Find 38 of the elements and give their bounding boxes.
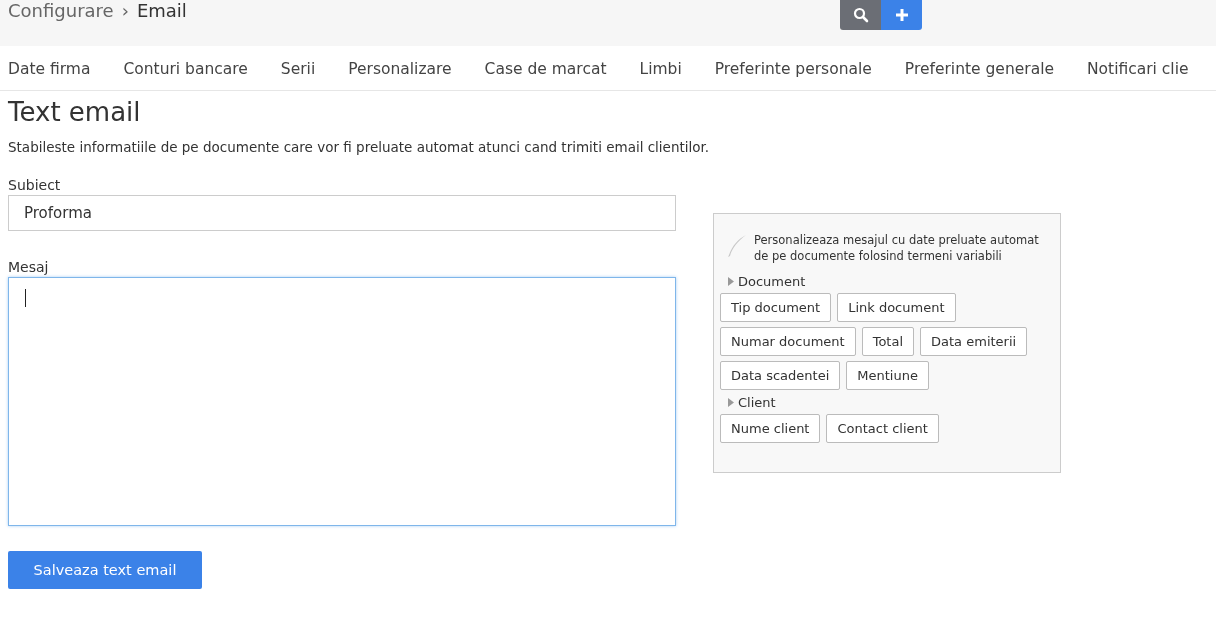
group-toggle[interactable]: Document: [728, 274, 1054, 289]
settings-tab[interactable]: Date firma: [8, 58, 91, 80]
settings-tab[interactable]: Preferinte personale: [714, 58, 872, 80]
plus-icon: [894, 8, 909, 22]
variable-button[interactable]: Contact client: [826, 414, 939, 443]
settings-tab[interactable]: Preferinte generale: [904, 58, 1054, 80]
caret-right-icon: [728, 277, 734, 286]
add-button[interactable]: [881, 0, 922, 30]
subject-field[interactable]: Proforma: [8, 195, 676, 231]
breadcrumb-current: Email: [136, 0, 187, 22]
field-label: Mesaj: [8, 259, 50, 275]
variable-button[interactable]: Total: [861, 327, 915, 356]
variable-button[interactable]: Link document: [837, 293, 956, 322]
message-field[interactable]: [8, 277, 676, 526]
settings-tab[interactable]: Case de marcat: [484, 58, 607, 80]
breadcrumb-separator: ›: [121, 0, 129, 22]
variable-button[interactable]: Data emiterii: [920, 327, 1028, 356]
search-button[interactable]: [840, 0, 881, 30]
caret-right-icon: [728, 398, 734, 407]
settings-tab[interactable]: Notificari clie: [1087, 58, 1189, 80]
variable-button[interactable]: Tip document: [720, 293, 832, 322]
variable-button[interactable]: Numar document: [720, 327, 856, 356]
variable-button[interactable]: Data scadentei: [720, 361, 841, 390]
page-description: Stabileste informatiile de pe documente care vor fi preluate automat atunci cand trimiti email clientilor.: [8, 139, 711, 155]
save-button[interactable]: Salveaza text email: [8, 551, 202, 589]
variable-button[interactable]: Nume client: [720, 414, 821, 443]
settings-tab[interactable]: Conturi bancare: [123, 58, 248, 80]
text-cursor: [25, 289, 26, 307]
settings-tab[interactable]: Serii: [280, 58, 316, 80]
search-icon: [852, 7, 869, 23]
settings-tab[interactable]: Limbi: [639, 58, 682, 80]
page-title: Text email: [8, 97, 142, 127]
group-toggle[interactable]: Client: [728, 395, 1054, 410]
panel-hint: Personalizeaza mesajul cu date preluate automat de pe documente folosind termeni variabili: [754, 232, 1040, 264]
settings-tab[interactable]: Personalizare: [348, 58, 452, 80]
variable-button[interactable]: Mentiune: [846, 361, 929, 390]
field-label: Subiect: [8, 177, 62, 193]
breadcrumb-link[interactable]: Configurare: [8, 0, 114, 22]
